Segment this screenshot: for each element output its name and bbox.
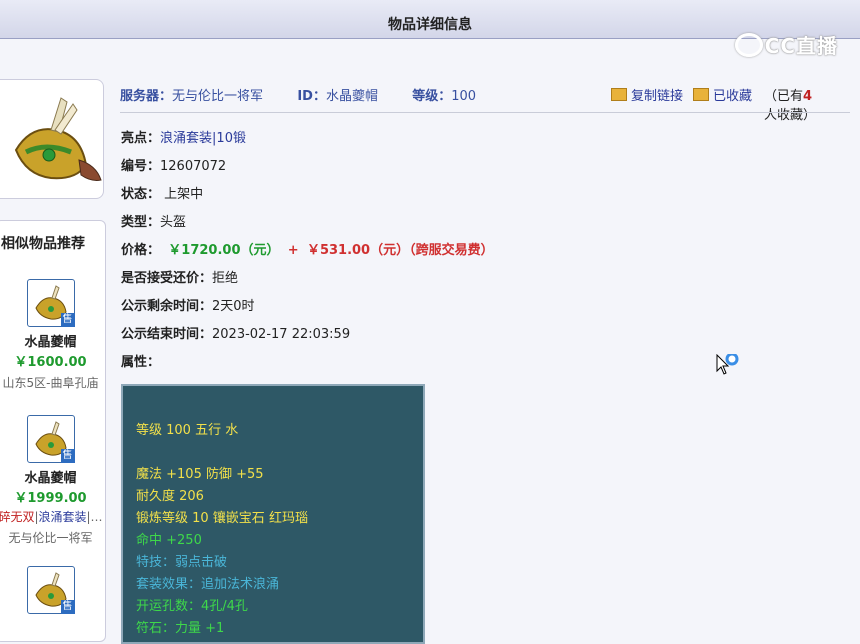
attributes-row: 属性： bbox=[121, 351, 160, 370]
number-value: 12607072 bbox=[160, 159, 227, 174]
similar-item-name[interactable]: 水晶夔帽 bbox=[0, 331, 105, 350]
similar-items-title: 相似物品推荐 bbox=[1, 236, 85, 252]
number-row: 编号：12607072 bbox=[121, 155, 226, 174]
attributes-panel: 等级 100 五行 水 魔法 +105 防御 +55 耐久度 206 锻炼等级 … bbox=[121, 384, 425, 644]
end-time-row: 公示结束时间：2023-02-17 22:03:59 bbox=[121, 323, 350, 342]
bargain-value: 拒绝 bbox=[212, 271, 239, 286]
attr-line: 耐久度 206 bbox=[136, 489, 204, 504]
level-value: 100 bbox=[451, 89, 477, 104]
server-value: 无与伦比一将军 bbox=[172, 89, 264, 104]
similar-item-name[interactable]: 水晶夔帽 bbox=[0, 467, 105, 486]
level-label: 等级： bbox=[412, 89, 452, 104]
attr-line: 魔法 +105 防御 +55 bbox=[136, 467, 264, 482]
type-label: 类型： bbox=[121, 215, 161, 230]
tag-more: |… bbox=[86, 510, 103, 524]
highlight-row: 亮点：浪涌套装|10锻 bbox=[121, 131, 246, 146]
bargain-row: 是否接受还价：拒绝 bbox=[121, 267, 238, 286]
bargain-label: 是否接受还价： bbox=[121, 271, 213, 286]
link-icon bbox=[611, 88, 627, 101]
attr-line: 等级 100 五行 水 bbox=[136, 423, 239, 438]
item-main-image bbox=[0, 79, 104, 199]
server-label: 服务器： bbox=[120, 89, 173, 104]
remain-time-label: 公示剩余时间： bbox=[121, 299, 213, 314]
highlight-tag[interactable]: 10锻 bbox=[216, 131, 246, 146]
type-value: 头盔 bbox=[160, 215, 187, 230]
sell-badge: 售 bbox=[60, 449, 75, 463]
fav-prefix: （已有 bbox=[764, 89, 804, 104]
copy-link-button[interactable]: 复制链接 bbox=[611, 85, 683, 104]
favorited-button[interactable]: 已收藏 bbox=[693, 85, 752, 104]
mouse-cursor-icon bbox=[716, 352, 742, 382]
cc-logo-icon bbox=[734, 33, 763, 57]
similar-item-price: ￥1999.00 bbox=[14, 491, 87, 506]
attr-line: 锻炼等级 10 镶嵌宝石 红玛瑙 bbox=[136, 511, 308, 526]
copy-link-label: 复制链接 bbox=[631, 89, 684, 104]
highlight-label: 亮点： bbox=[121, 131, 161, 146]
attr-line: 套装效果：追加法术浪涌 bbox=[136, 577, 280, 592]
fav-suffix: 人收藏） bbox=[764, 108, 817, 123]
tag-text: 碎无双 bbox=[0, 510, 35, 524]
id-value: 水晶夔帽 bbox=[325, 89, 378, 104]
attr-line: 开运孔数：4孔/4孔 bbox=[136, 599, 248, 614]
favorited-label: 已收藏 bbox=[713, 89, 753, 104]
remain-time-row: 公示剩余时间：2天0时 bbox=[121, 295, 255, 314]
folder-star-icon bbox=[693, 88, 709, 101]
cc-watermark-text: CC直播 bbox=[764, 34, 838, 58]
end-time-label: 公示结束时间： bbox=[121, 327, 213, 342]
similar-item-card[interactable]: 售 水晶夔帽 ￥1600.00 山东5区-曲阜孔庙 bbox=[0, 279, 105, 391]
status-value: 上架中 bbox=[164, 187, 204, 202]
favorite-count: （已有4 人收藏） bbox=[764, 85, 860, 123]
tag-text: 浪涌套装 bbox=[38, 510, 87, 524]
sell-badge: 售 bbox=[60, 600, 75, 614]
type-row: 类型：头盔 bbox=[121, 211, 186, 230]
similar-item-thumbnail[interactable]: 售 bbox=[26, 415, 75, 463]
highlight-tag[interactable]: 浪涌套装 bbox=[160, 131, 212, 146]
window-title-text: 物品详细信息 bbox=[388, 17, 472, 33]
attr-line: 符石：力量 +1 bbox=[136, 621, 225, 636]
attr-line: 特技：弱点击破 bbox=[136, 555, 228, 570]
number-label: 编号： bbox=[121, 159, 161, 174]
similar-item-thumbnail[interactable]: 售 bbox=[26, 279, 75, 327]
similar-item-thumbnail[interactable]: 售 bbox=[26, 566, 75, 614]
similar-items-panel: 相似物品推荐 售 水晶夔帽 ￥1600.00 山东5区-曲阜孔庙 售 水晶夔帽 … bbox=[0, 220, 106, 642]
cross-server-fee: ￥531.00（元）（跨服交易费） bbox=[306, 243, 494, 258]
helmet-icon bbox=[14, 97, 102, 181]
end-time-value: 2023-02-17 22:03:59 bbox=[212, 327, 351, 342]
remain-time-value: 2天0时 bbox=[212, 299, 255, 314]
cc-watermark-logo: CC直播 bbox=[734, 30, 838, 59]
price-value: ￥1720.00（元） bbox=[168, 243, 280, 258]
attr-line: 命中 +250 bbox=[136, 533, 202, 548]
price-plus: + bbox=[287, 243, 299, 258]
similar-item-price: ￥1600.00 bbox=[14, 355, 87, 370]
similar-item-card[interactable]: 售 bbox=[0, 566, 105, 614]
similar-item-server: 无与伦比一将军 bbox=[8, 531, 93, 545]
similar-item-tags: 碎无双|浪涌套装|… bbox=[0, 508, 105, 525]
sell-badge: 售 bbox=[60, 313, 75, 327]
window-title: 物品详细信息 bbox=[0, 0, 860, 39]
divider bbox=[120, 112, 850, 113]
similar-item-card[interactable]: 售 水晶夔帽 ￥1999.00 碎无双|浪涌套装|… 无与伦比一将军 bbox=[0, 415, 105, 546]
price-label: 价格： bbox=[121, 243, 161, 258]
status-label: 状态： bbox=[121, 187, 161, 202]
similar-item-server: 山东5区-曲阜孔庙 bbox=[2, 376, 99, 390]
price-row: 价格： ￥1720.00（元） + ￥531.00（元）（跨服交易费） bbox=[121, 239, 494, 258]
attributes-label: 属性： bbox=[121, 355, 161, 370]
id-label: ID： bbox=[297, 89, 326, 104]
status-row: 状态： 上架中 bbox=[121, 183, 203, 202]
fav-number: 4 bbox=[803, 89, 813, 104]
